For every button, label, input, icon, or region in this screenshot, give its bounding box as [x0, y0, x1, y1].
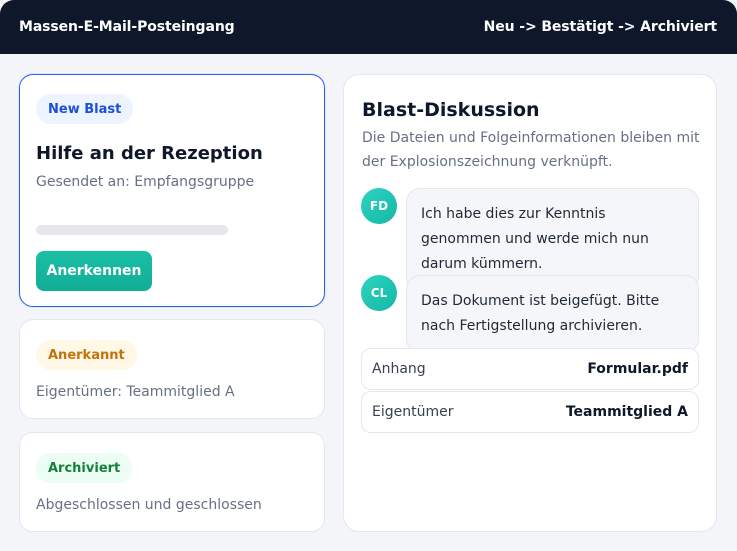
closed-text: Abgeschlossen und geschlossen — [36, 497, 262, 513]
owner-label: Eigentümer — [372, 404, 454, 420]
top-bar: Massen-E-Mail-Posteingang Neu -> Bestäti… — [0, 0, 737, 54]
message-bubble: Das Dokument ist beigefügt. Bitte nach F… — [406, 275, 699, 353]
status-badge-acknowledged: Anerkannt — [36, 340, 137, 370]
attachment-row[interactable]: Anhang Formular.pdf — [361, 348, 699, 390]
avatar: CL — [361, 275, 397, 311]
status-badge-archived: Archiviert — [36, 453, 133, 483]
owner-text: Eigentümer: Teammitglied A — [36, 384, 235, 400]
blast-card-new[interactable]: New Blast Hilfe an der Rezeption Gesende… — [19, 74, 325, 307]
recipient-text: Gesendet an: Empfangsgruppe — [36, 174, 255, 190]
discussion-description: Die Dateien und Folgeinformationen bleib… — [362, 130, 700, 170]
status-badge-new: New Blast — [36, 94, 134, 124]
owner-row: Eigentümer Teammitglied A — [361, 391, 699, 433]
avatar: FD — [361, 188, 397, 224]
discussion-title: Blast-Diskussion — [362, 99, 540, 121]
attachment-filename[interactable]: Formular.pdf — [587, 361, 688, 377]
progress-bar — [36, 225, 228, 235]
owner-value: Teammitglied A — [565, 404, 688, 420]
workflow-steps: Neu -> Bestätigt -> Archiviert — [483, 19, 718, 35]
acknowledge-button[interactable]: Anerkennen — [36, 251, 152, 291]
blast-title: Hilfe an der Rezeption — [36, 143, 263, 164]
app-title: Massen-E-Mail-Posteingang — [19, 19, 235, 35]
blast-card-acknowledged[interactable]: Anerkannt Eigentümer: Teammitglied A — [19, 319, 325, 419]
app-window: Massen-E-Mail-Posteingang Neu -> Bestäti… — [0, 0, 737, 551]
discussion-panel: Blast-Diskussion Die Dateien und Folgein… — [343, 74, 717, 532]
attachment-label: Anhang — [372, 361, 426, 377]
blast-card-archived[interactable]: Archiviert Abgeschlossen und geschlossen — [19, 432, 325, 532]
